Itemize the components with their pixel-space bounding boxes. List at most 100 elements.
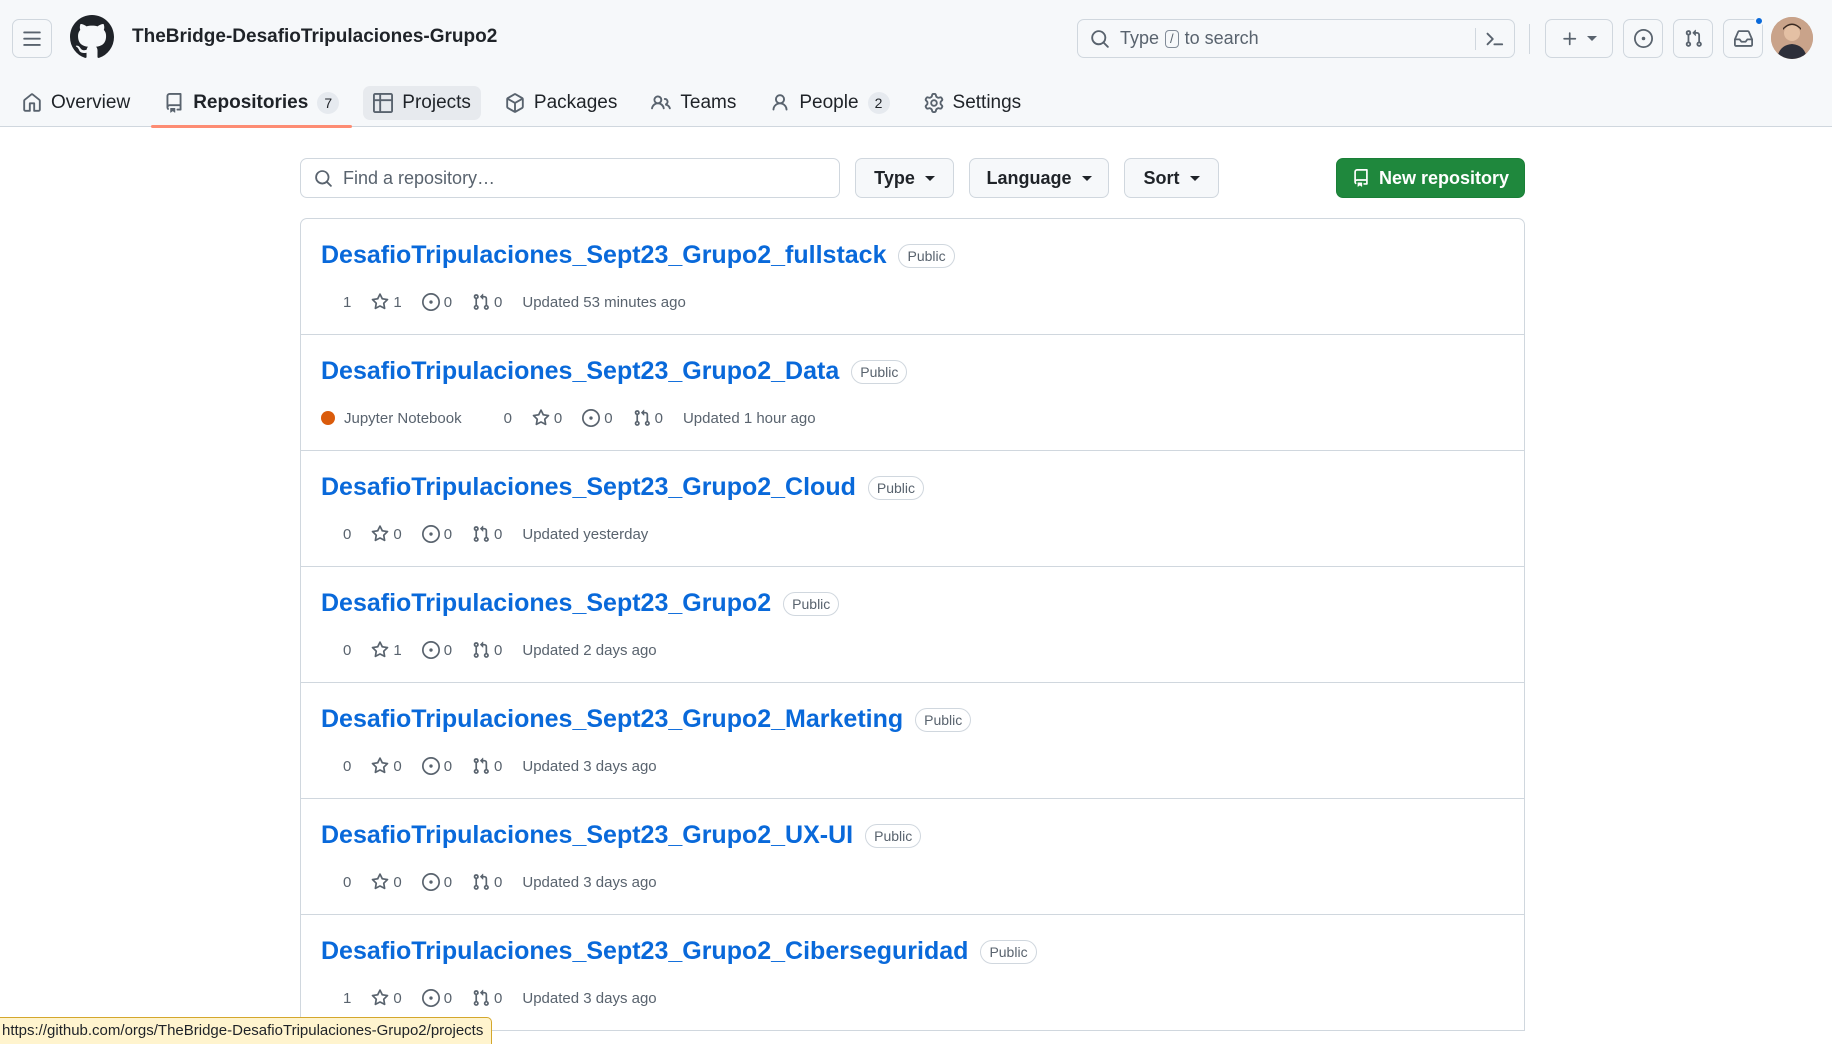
home-icon [23,93,41,112]
issues-link[interactable]: 0 [421,525,452,543]
repository-name-link[interactable]: DesafioTripulaciones_Sept23_Grupo2_fulls… [321,241,886,270]
stars-link[interactable]: 0 [371,873,402,891]
visibility-badge: Public [851,359,908,384]
stars-link[interactable]: 0 [371,757,402,775]
menu-button[interactable] [12,19,52,58]
person-icon [772,94,788,111]
stars-link[interactable]: 0 [371,525,402,543]
issue-opened-icon [421,293,440,311]
forks-link[interactable]: 0 [321,757,351,775]
find-repository-field[interactable] [300,158,840,198]
repository-title-row: DesafioTripulaciones_Sept23_Grupo2_Ciber… [321,937,1037,966]
forks-link[interactable]: 0 [321,525,351,543]
repository-row: DesafioTripulaciones_Sept23_Grupo2_Ciber… [301,915,1524,1031]
visibility-badge: Public [915,707,972,732]
issues-count: 0 [604,409,613,427]
tab-projects-inner: Projects [363,86,481,120]
tab-teams[interactable]: Teams [638,79,749,127]
user-avatar-icon [1771,17,1813,59]
updated-time: Updated 3 days ago [522,757,657,775]
tab-projects[interactable]: Projects [360,79,484,127]
chevron-down-icon [924,175,935,181]
repository-row: DesafioTripulaciones_Sept23_Grupo2_Cloud… [301,451,1524,567]
pull-requests-link[interactable]: 0 [472,873,502,891]
forks-link[interactable]: 0 [321,641,351,659]
activity-sparkline [1309,593,1504,623]
stars-link[interactable]: 0 [532,409,562,427]
issues-link[interactable]: 0 [421,757,452,775]
tab-label: Packages [533,92,618,113]
issue-opened-icon [582,409,601,427]
tab-packages[interactable]: Packages [492,79,630,127]
language-filter-button[interactable]: Language [969,158,1109,198]
github-logo-icon[interactable] [70,15,114,59]
type-filter-button[interactable]: Type [855,158,954,198]
stars-link[interactable]: 1 [371,641,402,659]
repo-forked-icon [321,873,339,891]
pull-requests-link[interactable]: 0 [472,641,502,659]
org-name-link[interactable]: TheBridge-DesafioTripulaciones-Grupo2 [132,26,497,48]
repository-meta: 1 1 0 0 Updated 53 minutes ago [321,293,706,311]
tab-settings[interactable]: Settings [911,79,1035,127]
repository-meta: 0 0 0 0 Updated 3 days ago [321,873,677,891]
tab-people[interactable]: People 2 [757,79,902,127]
updated-time: Updated 1 hour ago [682,409,816,427]
repo-forked-icon [321,989,339,1007]
issues-link[interactable]: 0 [582,409,613,427]
avatar[interactable] [1771,17,1813,59]
sort-filter-button[interactable]: Sort [1124,158,1219,198]
notification-indicator [1754,16,1764,26]
pull-requests-link[interactable]: 0 [633,409,663,427]
repository-name-link[interactable]: DesafioTripulaciones_Sept23_Grupo2_UX-UI [321,821,853,850]
issues-link[interactable]: 0 [421,293,453,311]
issues-count: 0 [443,293,453,311]
tab-label: Settings [952,92,1022,113]
forks-link[interactable]: 1 [321,293,351,311]
repo-forked-icon [321,641,339,659]
stars-link[interactable]: 1 [371,293,402,311]
forks-link[interactable]: 0 [482,409,512,427]
global-search-input[interactable]: Type / to search [1077,19,1515,58]
forks-link[interactable]: 1 [321,989,351,1007]
pull-requests-link[interactable]: 0 [472,757,502,775]
pull-requests-link[interactable]: 0 [472,525,502,543]
issues-count: 0 [443,873,453,891]
issues-link[interactable]: 0 [421,989,452,1007]
forks-count: 0 [503,409,512,427]
forks-link[interactable]: 0 [321,873,351,891]
new-repository-button[interactable]: New repository [1336,158,1525,198]
find-repository-input[interactable] [343,167,803,189]
repository-name-link[interactable]: DesafioTripulaciones_Sept23_Grupo2_Cloud [321,473,856,502]
chevron-down-icon [1587,36,1597,41]
plus-icon [1563,31,1577,45]
pull-requests-link[interactable]: 0 [472,293,502,311]
star-icon [372,525,389,542]
search-icon [315,169,332,187]
pull-requests-link[interactable]: 0 [472,989,502,1007]
star-icon [532,409,550,426]
activity-sparkline [1309,825,1504,855]
stars-link[interactable]: 0 [371,989,402,1007]
repository-name-link[interactable]: DesafioTripulaciones_Sept23_Grupo2_Data [321,357,839,386]
issues-button[interactable] [1623,19,1663,58]
issues-link[interactable]: 0 [421,873,453,891]
star-icon [372,989,389,1006]
type-filter-label: Type [874,167,915,188]
language-label: Jupyter Notebook [344,409,462,427]
create-new-button[interactable] [1545,19,1613,58]
sort-filter-label: Sort [1143,167,1180,188]
stars-count: 1 [393,641,402,659]
repository-name-link[interactable]: DesafioTripulaciones_Sept23_Grupo2_Ciber… [321,937,968,966]
repository-name-link[interactable]: DesafioTripulaciones_Sept23_Grupo2 [321,589,771,618]
git-pull-request-icon [473,293,489,310]
pull-requests-button[interactable] [1673,19,1713,58]
command-palette-icon[interactable] [1485,29,1505,49]
stars-count: 1 [393,293,402,311]
chevron-down-icon [1189,175,1200,181]
inbox-icon [1733,30,1753,47]
issues-link[interactable]: 0 [421,641,452,659]
tab-repositories[interactable]: Repositories 7 [151,79,353,128]
repository-name-link[interactable]: DesafioTripulaciones_Sept23_Grupo2_Marke… [321,705,903,734]
tab-overview[interactable]: Overview [9,79,143,127]
tab-label: Overview [51,92,131,113]
